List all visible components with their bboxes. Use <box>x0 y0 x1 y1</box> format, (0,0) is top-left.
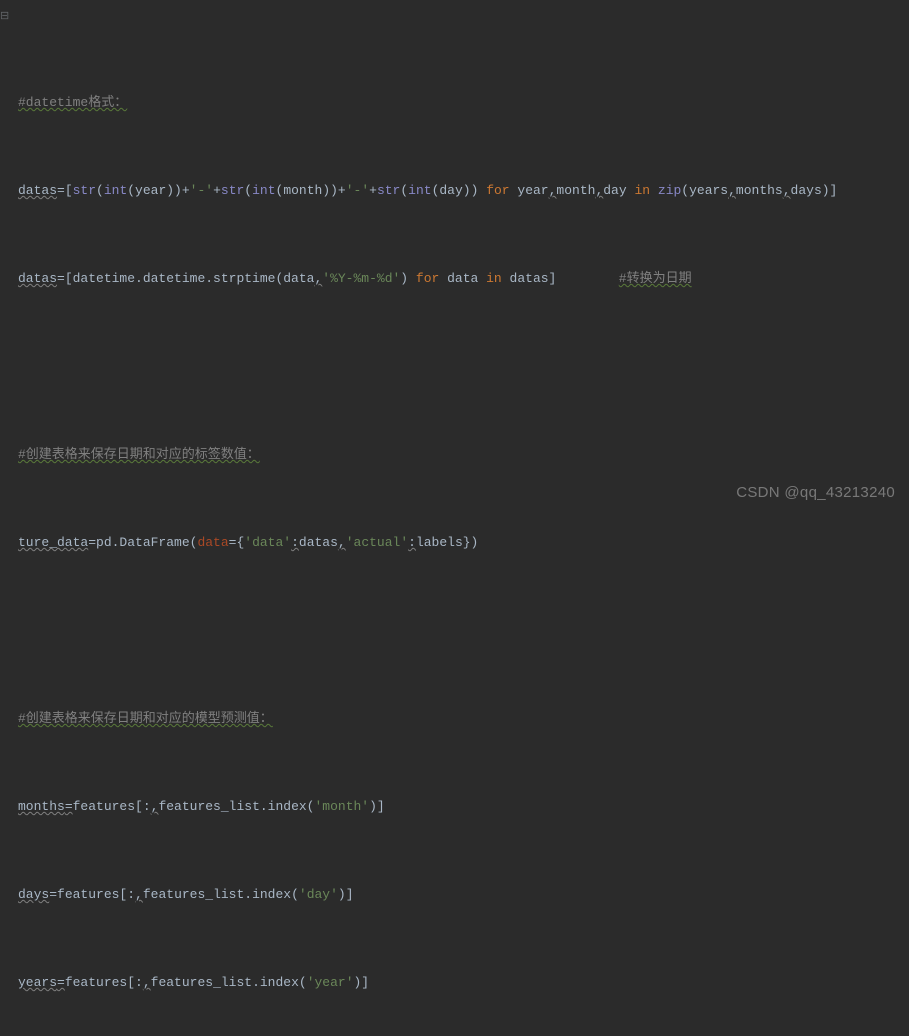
blank-line[interactable] <box>8 620 909 642</box>
fold-icon[interactable]: ⊟ <box>0 6 9 28</box>
comment: #创建表格来保存日期和对应的模型预测值： <box>18 711 273 726</box>
code-line[interactable]: datas=[datetime.datetime.strptime(data,'… <box>8 268 909 290</box>
code-line[interactable]: days=features[:,features_list.index('day… <box>8 884 909 906</box>
comment: #datetime格式： <box>18 95 127 110</box>
code-line[interactable]: datas=[str(int(year))+'-'+str(int(month)… <box>8 180 909 202</box>
code-line[interactable]: years=features[:,features_list.index('ye… <box>8 972 909 994</box>
blank-line[interactable] <box>8 356 909 378</box>
code-line[interactable]: #datetime格式： <box>8 92 909 114</box>
code-line[interactable]: #创建表格来保存日期和对应的标签数值： <box>8 444 909 466</box>
watermark: CSDN @qq_43213240 <box>736 482 895 504</box>
code-line[interactable]: months=features[:,features_list.index('m… <box>8 796 909 818</box>
comment: #创建表格来保存日期和对应的标签数值： <box>18 447 260 462</box>
code-editor[interactable]: ⊟ #datetime格式： datas=[str(int(year))+'-'… <box>0 0 909 1036</box>
code-line[interactable]: ture_data=pd.DataFrame(data={'data':data… <box>8 532 909 554</box>
code-line[interactable]: #创建表格来保存日期和对应的模型预测值： <box>8 708 909 730</box>
